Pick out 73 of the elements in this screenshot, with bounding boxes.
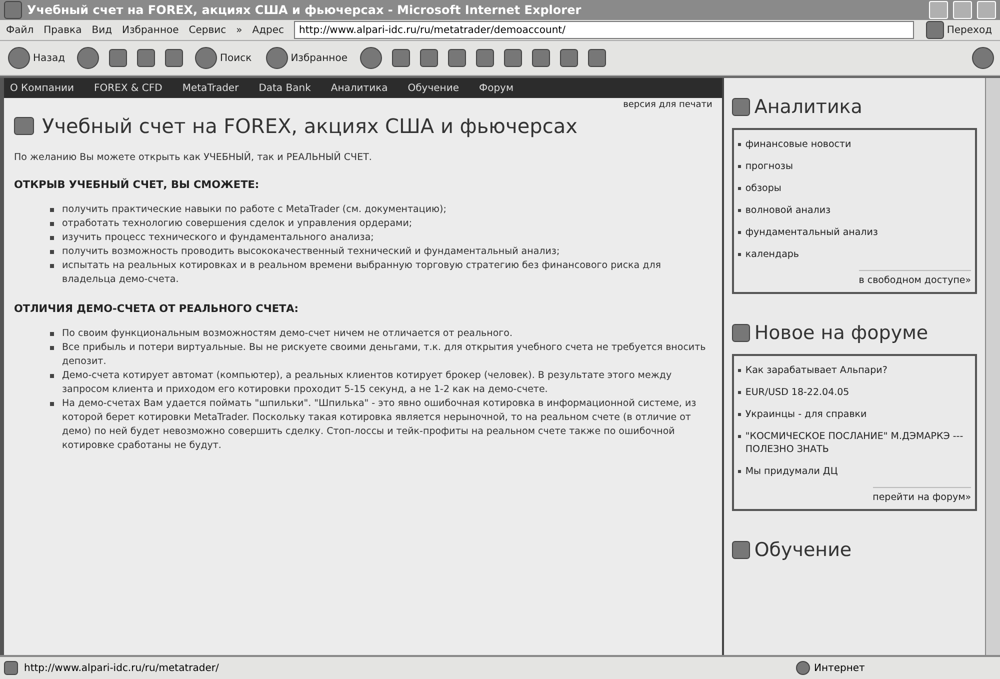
sidebar-link[interactable]: фундаментальный анализ	[745, 226, 878, 239]
nav-link[interactable]: Data Bank	[258, 82, 311, 94]
print-version-link[interactable]: версия для печати	[623, 100, 712, 110]
sidebar-heading: Аналитика	[732, 96, 978, 118]
bullet-icon	[738, 209, 742, 212]
search-button[interactable]: Поиск	[193, 45, 254, 71]
more-link[interactable]: перейти на форум»	[872, 487, 972, 503]
bullet-icon	[738, 187, 742, 190]
go-button[interactable]: Переход	[924, 19, 994, 41]
bullet-icon	[50, 222, 54, 226]
back-button[interactable]: Назад	[6, 45, 68, 71]
nav-link[interactable]: Форум	[478, 82, 514, 94]
menu-item[interactable]: Избранное	[122, 24, 179, 36]
more-link[interactable]: в свободном доступе»	[858, 270, 972, 286]
bullet-icon	[50, 236, 54, 240]
sidebar-link[interactable]: "КОСМИЧЕСКОЕ ПОСЛАНИЕ" М.ДЭМАРКЭ --- ПОЛЕЗНО ЗНАТЬ	[745, 430, 972, 456]
bullet-icon	[738, 165, 742, 168]
list-item: испытать на реальных котировках и в реальном времени выбранную торговую стратегию без финансового риска для владельца демо-счета.	[62, 259, 662, 287]
sidebar-link[interactable]: прогнозы	[745, 160, 793, 173]
status-url: http://www.alpari-idc.ru/ru/metatrader/	[24, 662, 220, 674]
bullet-icon	[50, 346, 54, 350]
menu-item[interactable]: Сервис	[188, 24, 226, 36]
list-item: изучить процесс технического и фундаментального анализа;	[62, 231, 374, 245]
sidebar-link[interactable]: календарь	[745, 248, 800, 261]
list-item: Все прибыль и потери виртуальные. Вы не рискуете своими деньгами, т.к. для открытия учебного счета не требуется вносить депозит.	[62, 341, 707, 369]
list-item: отработать технологию совершения сделок и управления ордерами;	[62, 217, 412, 231]
nav-link[interactable]: MetaTrader	[182, 82, 239, 94]
bullet-icon	[738, 391, 742, 394]
nav-link[interactable]: Аналитика	[330, 82, 388, 94]
bullet-icon	[50, 402, 54, 406]
bullet-icon	[738, 253, 742, 256]
window-title: Учебный счет на FOREX, акциях США и фьючерсах - Microsoft Internet Explorer	[27, 3, 582, 17]
bullet-icon	[50, 250, 54, 254]
nav-link[interactable]: Обучение	[408, 82, 459, 94]
sidebar-link[interactable]: финансовые новости	[745, 138, 852, 151]
list-item: получить возможность проводить высококачественный технический и фундаментальный анализ;	[62, 245, 560, 259]
bullet-icon	[738, 435, 742, 438]
list-item: Демо-счета котирует автомат (компьютер), а реальных клиентов котирует брокер (человек). В результате этого между запросом клиента и приходом его котировки проходит 5-15 секунд, а не 1-2 как на демо-счете.	[62, 369, 673, 397]
list-item: На демо-счетах Вам удается поймать "шпильки". "Шпилька" - это явно ошибочная котировка в информационной системе, из которой берет котировки MetaTrader. Поскольку такая котировка является нерыночной, то на реальном счете (в отличие от демо) по ней будет невозможно совершить сделку. Стоп-лоссы и тейк-профиты на реальном счете также по ошибочной котировке сработаны не будут.	[62, 397, 698, 453]
bullet-icon	[738, 231, 742, 234]
section-heading: ОТКРЫВ УЧЕБНЫЙ СЧЕТ, ВЫ СМОЖЕТЕ:	[14, 179, 260, 191]
sidebar-link[interactable]: Мы придумали ДЦ	[745, 465, 838, 478]
nav-link[interactable]: О Компании	[10, 82, 74, 94]
menu-item[interactable]: Правка	[44, 24, 82, 36]
toolbar-chevron[interactable]: »	[236, 24, 242, 36]
section-heading: ОТЛИЧИЯ ДЕМО-СЧЕТА ОТ РЕАЛЬНОГО СЧЕТА:	[14, 303, 300, 315]
favorites-button[interactable]: Избранное	[264, 45, 350, 71]
sidebar-link[interactable]: обзоры	[745, 182, 782, 195]
address-field[interactable]: http://www.alpari-idc.ru/ru/metatrader/demoaccount/	[294, 21, 914, 39]
sidebar-heading: Обучение	[732, 539, 978, 561]
security-zone: Интернет	[796, 661, 996, 675]
scrollbar[interactable]	[985, 78, 1000, 655]
list-item: По своим функциональным возможностям демо-счет ничем не отличается от реального.	[62, 327, 513, 341]
menu-item[interactable]: Вид	[92, 24, 112, 36]
list-item: получить практические навыки по работе с MetaTrader (см. документацию);	[62, 203, 446, 217]
intro-text: По желанию Вы можете открыть как УЧЕБНЫЙ, так и РЕАЛЬНЫЙ СЧЕТ.	[14, 152, 373, 163]
sidebar-link[interactable]: Как зарабатывает Альпари?	[745, 364, 888, 377]
nav-link[interactable]: FOREX & CFD	[94, 82, 162, 94]
bullet-icon	[738, 143, 742, 146]
bullet-icon	[50, 208, 54, 212]
sidebar-link[interactable]: EUR/USD 18-22.04.05	[745, 386, 850, 399]
bullet-icon	[738, 413, 742, 416]
sidebar-link[interactable]: волновой анализ	[745, 204, 831, 217]
bullet-icon	[738, 470, 742, 473]
bullet-icon	[738, 369, 742, 372]
address-label: Адрес	[252, 24, 284, 36]
page-title: Учебный счет на FOREX, акциях США и фьючерсах	[14, 114, 712, 138]
sidebar-link[interactable]: Украинцы - для справки	[745, 408, 867, 421]
menu-item[interactable]: Файл	[6, 24, 34, 36]
bullet-icon	[50, 264, 54, 268]
bullet-icon	[50, 332, 54, 336]
sidebar-heading: Новое на форуме	[732, 322, 978, 344]
bullet-icon	[50, 374, 54, 378]
